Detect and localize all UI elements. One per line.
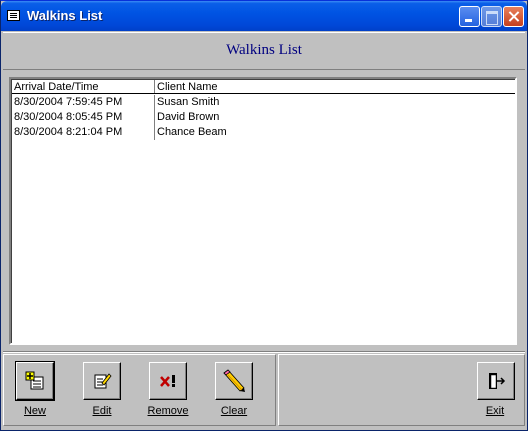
list-row[interactable]: 8/30/2004 8:21:04 PM Chance Beam (12, 125, 515, 140)
list-header: Arrival Date/Time Client Name (12, 80, 515, 94)
exit-button[interactable] (477, 362, 515, 400)
remove-button[interactable] (149, 362, 187, 400)
clear-label[interactable]: Clear (204, 405, 264, 417)
exit-door-icon (489, 373, 506, 389)
client-cell: Chance Beam (157, 126, 227, 138)
divider (3, 351, 525, 353)
list-row[interactable]: 8/30/2004 8:05:45 PM David Brown (12, 110, 515, 125)
column-header-client: Client Name (157, 81, 218, 93)
close-button[interactable] (503, 6, 524, 27)
new-record-icon (25, 371, 44, 390)
remove-icon (160, 375, 175, 387)
title-bar[interactable]: Walkins List (1, 1, 527, 31)
new-label[interactable]: New (5, 405, 65, 417)
maximize-button[interactable] (481, 6, 502, 27)
clear-button[interactable] (215, 362, 253, 400)
window-title: Walkins List (27, 8, 103, 23)
form-icon[interactable] (7, 10, 20, 21)
walkins-listbox[interactable]: Arrival Date/Time Client Name 8/30/2004 … (9, 77, 517, 345)
exit-label[interactable]: Exit (465, 405, 525, 417)
walkins-list-window: Walkins List Walkins List Arrival Date/T… (0, 0, 528, 431)
edit-record-icon (94, 373, 112, 389)
arrival-cell: 8/30/2004 7:59:45 PM (12, 95, 155, 110)
form-header: Walkins List (3, 32, 525, 70)
arrival-cell: 8/30/2004 8:05:45 PM (12, 110, 155, 125)
client-cell: David Brown (157, 111, 220, 123)
column-header-arrival: Arrival Date/Time (12, 80, 155, 93)
edit-label[interactable]: Edit (72, 405, 132, 417)
pencil-eraser-icon (223, 369, 245, 392)
arrival-cell: 8/30/2004 8:21:04 PM (12, 125, 155, 140)
remove-label[interactable]: Remove (138, 405, 198, 417)
client-cell: Susan Smith (157, 96, 220, 108)
list-row[interactable]: 8/30/2004 7:59:45 PM Susan Smith (12, 95, 515, 110)
edit-button[interactable] (83, 362, 121, 400)
new-button[interactable] (15, 361, 55, 401)
form-title: Walkins List (226, 42, 302, 58)
minimize-button[interactable] (459, 6, 480, 27)
